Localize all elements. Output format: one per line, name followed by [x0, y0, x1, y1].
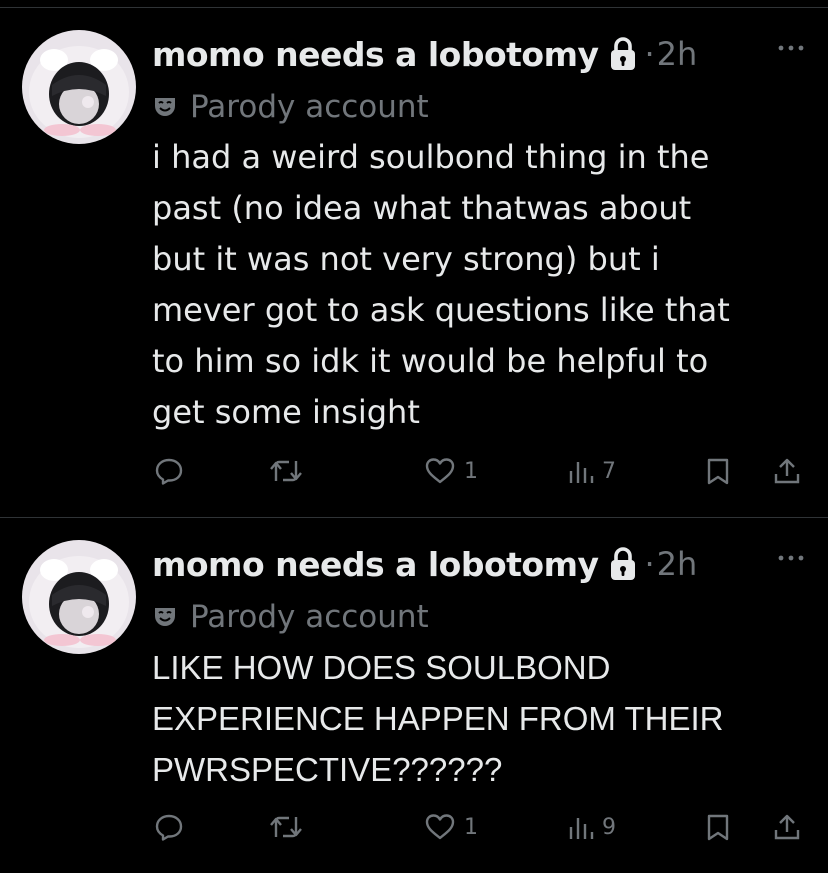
avatar[interactable]: [22, 540, 136, 654]
lock-icon: [607, 36, 639, 72]
like-button[interactable]: 1: [424, 446, 478, 496]
share-button[interactable]: [772, 802, 802, 852]
post-text-line: PWRSPECTIVE??????: [152, 751, 503, 788]
post-text-line: LIKE HOW DOES SOULBOND: [152, 649, 611, 686]
post-text-line: EXPERIENCE HAPPEN FROM THEIR: [152, 700, 724, 737]
reply-button[interactable]: [154, 446, 184, 496]
post[interactable]: momo needs a lobotomy · 2h Parody accoun…: [0, 8, 828, 518]
post-header: momo needs a lobotomy · 2h: [152, 540, 697, 588]
lock-icon: [607, 546, 639, 582]
reply-icon: [155, 814, 183, 841]
parody-label-row: Parody account: [152, 84, 429, 130]
views-button[interactable]: 9: [568, 802, 616, 852]
action-bar: 1 7: [0, 446, 828, 496]
post-text-line: get some insight: [152, 393, 420, 431]
post-header: momo needs a lobotomy · 2h: [152, 30, 697, 78]
share-icon: [774, 458, 800, 484]
separator-dot: ·: [644, 35, 655, 73]
views-icon: [569, 818, 594, 839]
bookmark-icon: [707, 814, 729, 841]
post-text-line: i had a weird soulbond thing in the: [152, 138, 710, 176]
repost-button[interactable]: [268, 802, 304, 852]
reply-icon: [155, 458, 183, 485]
like-button[interactable]: 1: [424, 802, 478, 852]
top-divider: [0, 0, 828, 8]
post-text: LIKE HOW DOES SOULBOND EXPERIENCE HAPPEN…: [152, 642, 812, 795]
bookmark-button[interactable]: [704, 802, 732, 852]
like-icon: [425, 458, 455, 484]
repost-icon: [270, 460, 302, 482]
post-text-line: mever got to ask questions like that: [152, 291, 730, 329]
post[interactable]: momo needs a lobotomy · 2h Parody accoun…: [0, 518, 828, 873]
post-text-line: to him so idk it would be helpful to: [152, 342, 709, 380]
views-button[interactable]: 7: [568, 446, 616, 496]
like-count: 1: [464, 458, 478, 484]
parody-account-label: Parody account: [190, 599, 429, 635]
more-icon[interactable]: [776, 548, 806, 568]
display-name[interactable]: momo needs a lobotomy: [152, 35, 599, 74]
repost-button[interactable]: [268, 446, 304, 496]
timestamp[interactable]: 2h: [657, 35, 698, 73]
avatar[interactable]: [22, 30, 136, 144]
like-count: 1: [464, 814, 478, 840]
timestamp[interactable]: 2h: [657, 545, 698, 583]
view-count: 7: [602, 458, 616, 484]
parody-label-row: Parody account: [152, 594, 429, 640]
display-name[interactable]: momo needs a lobotomy: [152, 545, 599, 584]
repost-icon: [270, 816, 302, 838]
parody-account-label: Parody account: [190, 89, 429, 125]
view-count: 9: [602, 814, 616, 840]
views-icon: [569, 462, 594, 483]
share-button[interactable]: [772, 446, 802, 496]
like-icon: [425, 814, 455, 840]
share-icon: [774, 814, 800, 840]
separator-dot: ·: [644, 545, 655, 583]
more-icon[interactable]: [776, 38, 806, 58]
mask-icon: [152, 94, 178, 120]
bookmark-icon: [707, 458, 729, 485]
action-bar: 1 9: [0, 802, 828, 852]
bookmark-button[interactable]: [704, 446, 732, 496]
reply-button[interactable]: [154, 802, 184, 852]
post-text: i had a weird soulbond thing in the past…: [152, 132, 812, 438]
mask-icon: [152, 604, 178, 630]
post-text-line: past (no idea what thatwas about: [152, 189, 692, 227]
post-text-line: but it was not very strong) but i: [152, 240, 660, 278]
